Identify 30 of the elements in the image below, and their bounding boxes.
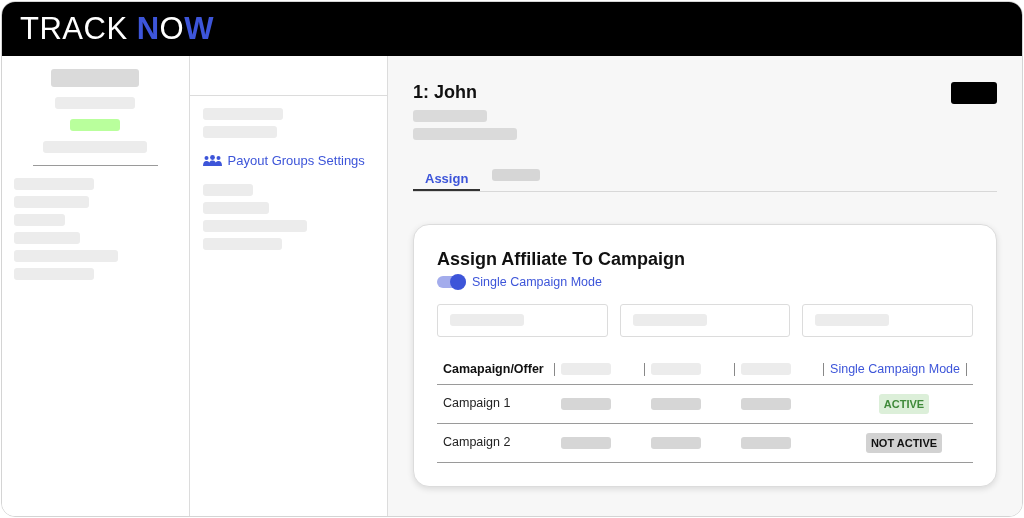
placeholder-bar bbox=[651, 397, 701, 410]
placeholder-bar bbox=[741, 397, 791, 410]
status-badge: NOT ACTIVE bbox=[865, 432, 943, 453]
card-title: Assign Affiliate To Campaign bbox=[437, 248, 687, 271]
tab[interactable]: Assign bbox=[413, 169, 481, 191]
column-header: Camapaign/Offer bbox=[443, 360, 544, 378]
placeholder-bar bbox=[561, 436, 611, 449]
column-header: Single Campaign Mode bbox=[830, 360, 960, 378]
toggle-label: Single Campaign Mode bbox=[472, 274, 602, 291]
column-divider bbox=[554, 362, 556, 376]
mode-toggle[interactable] bbox=[437, 276, 466, 289]
payout-groups-link[interactable]: Payout Groups Settings bbox=[202, 151, 374, 171]
filter-field[interactable] bbox=[802, 303, 973, 337]
status-badge: ACTIVE bbox=[878, 393, 930, 414]
users-icon bbox=[202, 155, 222, 167]
placeholder-bar bbox=[561, 397, 611, 410]
column-divider bbox=[966, 362, 967, 376]
logo: TRACK NOW bbox=[20, 9, 214, 48]
column-divider bbox=[823, 362, 825, 376]
table-cell-text: Campaign 2 bbox=[443, 434, 512, 452]
placeholder-bar bbox=[651, 436, 701, 449]
placeholder-bar bbox=[741, 436, 791, 449]
filter-field[interactable] bbox=[619, 303, 791, 337]
page-title: 1: John bbox=[413, 81, 478, 103]
filter-field[interactable] bbox=[437, 303, 608, 337]
column-divider bbox=[733, 362, 735, 376]
column-divider bbox=[643, 362, 645, 376]
action-button[interactable] bbox=[951, 82, 997, 104]
table-cell-text: Campaign 1 bbox=[443, 395, 512, 413]
placeholder-bar bbox=[70, 119, 121, 131]
